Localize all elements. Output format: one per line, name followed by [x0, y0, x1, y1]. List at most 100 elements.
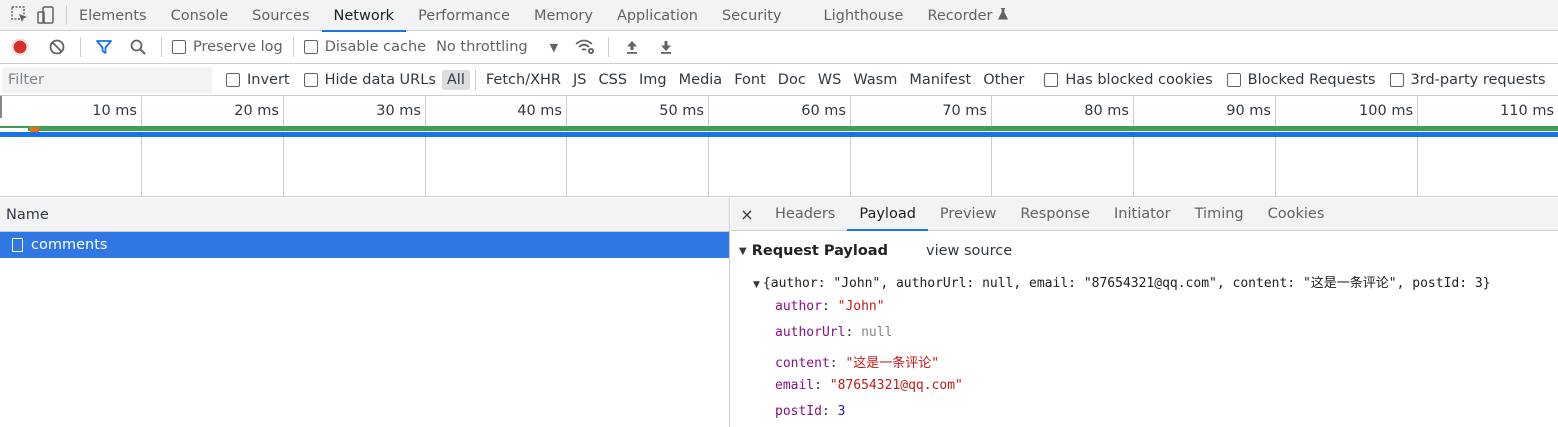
payload-object-summary[interactable]: ▼ {author: "John", authorUrl: null, email… [753, 272, 1491, 291]
tab-security[interactable]: Security [710, 0, 794, 31]
close-details-button[interactable]: × [731, 198, 763, 230]
timeline-overview[interactable]: 10 ms 20 ms 30 ms 40 ms 50 ms 60 ms 70 m… [0, 96, 1558, 197]
expand-triangle-icon[interactable]: ▼ [753, 280, 760, 290]
view-source-link[interactable]: view source [926, 243, 1012, 259]
search-button[interactable] [121, 31, 155, 64]
payload-prop-authorurl: authorUrl: null [775, 325, 893, 340]
tab-response[interactable]: Response [1008, 198, 1102, 230]
filter-type-fetch-xhr[interactable]: Fetch/XHR [481, 70, 566, 90]
export-har-button[interactable] [649, 31, 683, 64]
tab-recorder-label: Recorder [927, 7, 993, 24]
hide-data-urls-label: Hide data URLs [324, 71, 436, 88]
filter-input[interactable] [2, 66, 212, 93]
download-icon [661, 41, 672, 54]
timeline-tick: 20 ms [142, 96, 284, 196]
tab-elements[interactable]: Elements [67, 0, 159, 31]
has-blocked-cookies-label: Has blocked cookies [1065, 71, 1213, 88]
timeline-tick-label: 70 ms [942, 103, 987, 119]
hide-data-urls-checkbox[interactable]: Hide data URLs [303, 71, 436, 88]
inspect-element-icon[interactable] [10, 5, 30, 25]
preserve-log-checkbox[interactable]: Preserve log [168, 39, 287, 55]
tab-timing[interactable]: Timing [1183, 198, 1256, 230]
filter-type-doc[interactable]: Doc [773, 70, 811, 90]
disable-cache-checkbox[interactable]: Disable cache [300, 39, 430, 55]
prop-key: authorUrl [775, 325, 846, 340]
timeline-tick-label: 10 ms [92, 103, 137, 119]
checkbox-box[interactable] [1226, 72, 1241, 87]
has-blocked-cookies-checkbox[interactable]: Has blocked cookies [1044, 71, 1213, 88]
filter-type-media[interactable]: Media [674, 70, 728, 90]
toolbar-divider [608, 37, 610, 57]
import-har-button[interactable] [615, 31, 649, 64]
search-icon [130, 39, 146, 55]
flask-icon [998, 7, 1009, 24]
clear-button[interactable] [40, 31, 74, 64]
invert-label: Invert [247, 71, 290, 88]
preserve-log-label: Preserve log [193, 39, 283, 55]
timeline-tick-label: 60 ms [801, 103, 846, 119]
wifi-settings-icon [575, 39, 595, 54]
request-row-comments[interactable]: comments [0, 232, 729, 258]
third-party-requests-checkbox[interactable]: 3rd-party requests [1389, 71, 1546, 88]
payload-prop-email: email: "87654321@qq.com" [775, 378, 963, 393]
filter-type-ws[interactable]: WS [813, 70, 847, 90]
timeline-tick: 80 ms [992, 96, 1134, 196]
prop-value: "这是一条评论" [845, 356, 940, 371]
tab-recorder[interactable]: Recorder [915, 0, 1020, 31]
checkbox-box[interactable] [303, 72, 318, 87]
checkbox-box[interactable] [303, 40, 318, 54]
tab-initiator[interactable]: Initiator [1102, 198, 1183, 230]
filter-type-js[interactable]: JS [568, 70, 591, 90]
checkbox-box[interactable] [1389, 72, 1404, 87]
invert-checkbox[interactable]: Invert [226, 72, 290, 88]
tabbar-icons [0, 5, 67, 25]
tab-network[interactable]: Network [321, 0, 407, 32]
tab-application[interactable]: Application [605, 0, 710, 31]
record-button[interactable] [0, 31, 40, 64]
toolbar-divider [292, 37, 294, 57]
tab-payload[interactable]: Payload [847, 198, 928, 231]
tab-lighthouse[interactable]: Lighthouse [812, 0, 916, 31]
blocked-requests-checkbox[interactable]: Blocked Requests [1226, 71, 1376, 88]
filter-type-manifest[interactable]: Manifest [904, 70, 976, 90]
timeline-tick: 100 ms [1276, 96, 1418, 196]
expand-triangle-icon[interactable]: ▼ [739, 246, 747, 257]
filter-type-other[interactable]: Other [978, 70, 1029, 90]
filter-type-font[interactable]: Font [729, 70, 771, 90]
throttling-select[interactable]: No throttling ▼ [432, 39, 562, 55]
filter-button[interactable] [87, 31, 121, 64]
request-payload-section-header[interactable]: ▼ Request Payload view source [739, 243, 1012, 259]
name-column-header[interactable]: Name [0, 198, 729, 232]
checkbox-box[interactable] [1044, 72, 1059, 87]
tab-memory[interactable]: Memory [522, 0, 605, 31]
request-list: Name comments [0, 198, 730, 427]
name-column-label: Name [6, 206, 49, 223]
close-icon: × [740, 204, 754, 224]
checkbox-box[interactable] [226, 72, 240, 87]
filter-type-css[interactable]: CSS [593, 70, 632, 90]
device-toolbar-icon[interactable] [36, 5, 56, 25]
timeline-tick: 60 ms [709, 96, 851, 196]
filter-type-wasm[interactable]: Wasm [848, 70, 902, 90]
tab-headers[interactable]: Headers [763, 198, 847, 230]
filter-bar: Invert Hide data URLs All Fetch/XHR JS C… [0, 64, 1558, 96]
tab-console[interactable]: Console [159, 0, 241, 31]
request-name: comments [31, 237, 108, 253]
blocked-requests-label: Blocked Requests [1247, 71, 1376, 88]
timeline-tick-label: 110 ms [1500, 103, 1554, 119]
third-party-requests-label: 3rd-party requests [1410, 71, 1546, 88]
timeline-tick: 10 ms [0, 96, 142, 196]
filter-type-all[interactable]: All [441, 69, 470, 90]
tab-cookies[interactable]: Cookies [1256, 198, 1337, 230]
filter-type-img[interactable]: Img [634, 70, 672, 90]
tab-preview[interactable]: Preview [928, 198, 1008, 230]
payload-prop-content: content: "这是一条评论" [775, 356, 940, 371]
tab-sources[interactable]: Sources [240, 0, 321, 31]
checkbox-box[interactable] [172, 40, 186, 54]
toolbar-divider [161, 37, 162, 57]
network-toolbar: Preserve log Disable cache No throttling… [0, 31, 1558, 64]
network-conditions-button[interactable] [568, 31, 602, 64]
tab-performance[interactable]: Performance [406, 0, 522, 31]
timeline-tick: 40 ms [426, 96, 567, 196]
prop-key: author [775, 299, 822, 314]
